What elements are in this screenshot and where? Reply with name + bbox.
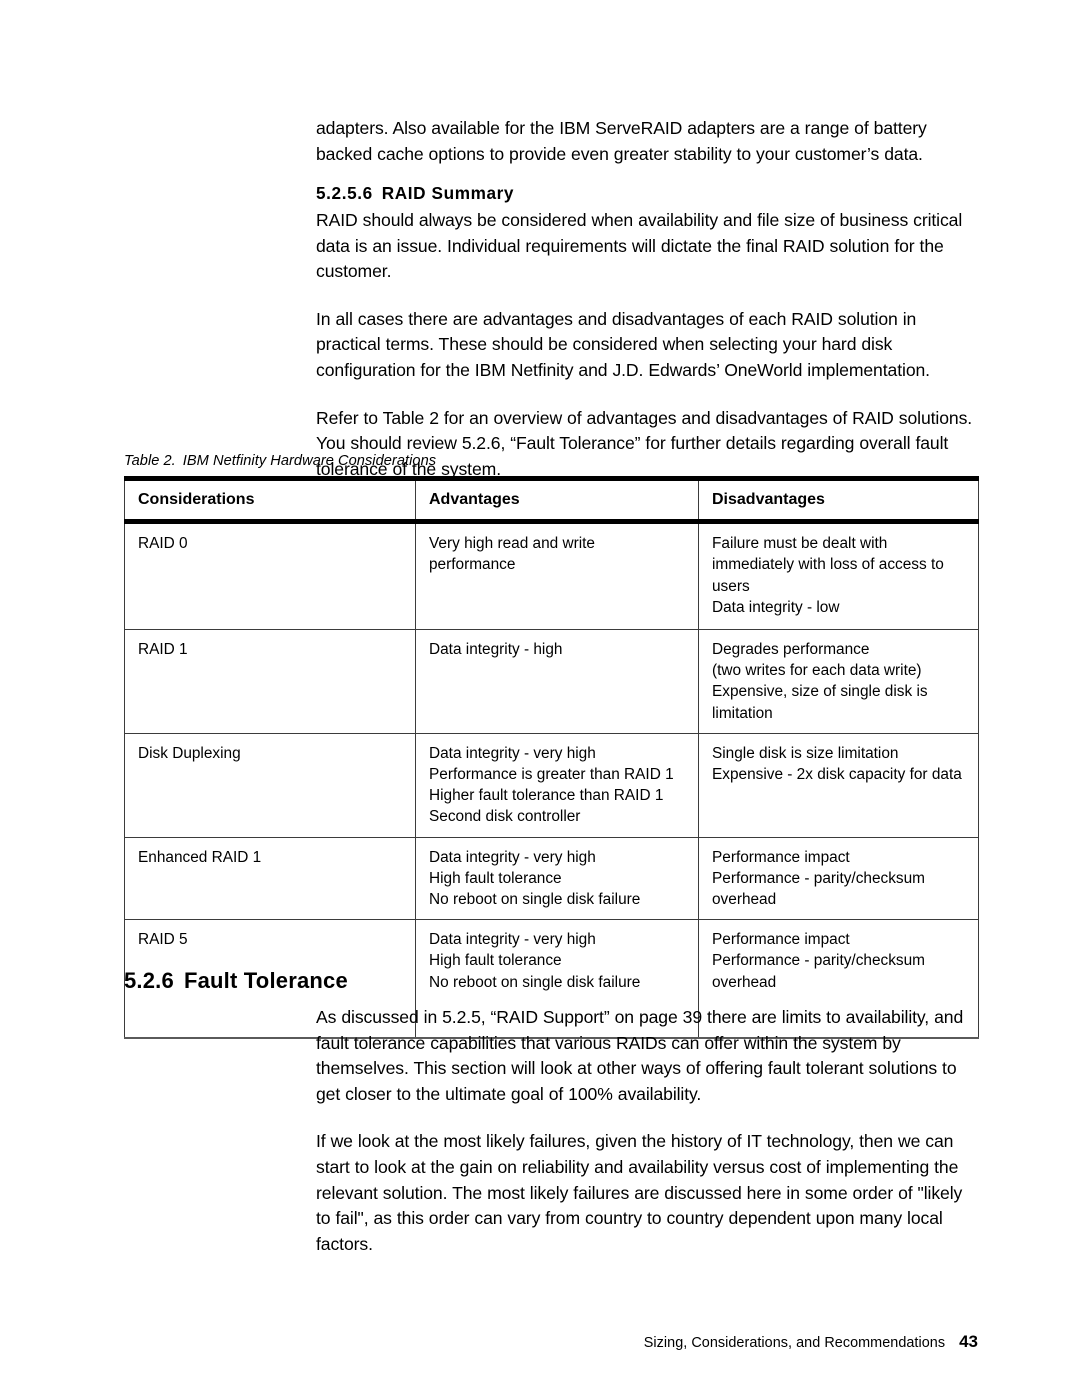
table-row: Enhanced RAID 1 Data integrity - very hi…	[124, 836, 979, 921]
cell-advantages: Data integrity - very high High fault to…	[415, 836, 699, 921]
table-header-row: Considerations Advantages Disadvantages	[124, 475, 979, 525]
fault-tolerance-heading-block: 5.2.6 Fault Tolerance	[124, 967, 978, 995]
fault-tolerance-body: As discussed in 5.2.5, “RAID Support” on…	[316, 1005, 978, 1279]
table-caption: Table 2. IBM Netfinity Hardware Considera…	[124, 452, 978, 470]
cell-advantages: Data integrity - high	[415, 629, 699, 734]
cell-disadvantages: Single disk is size limitation Expensive…	[698, 732, 979, 838]
cell-advantages: Data integrity - very high Performance i…	[415, 732, 699, 838]
section-title: Fault Tolerance	[183, 968, 348, 993]
table-row: RAID 0 Very high read and write performa…	[124, 521, 979, 631]
intro-paragraph-block: adapters. Also available for the IBM Ser…	[316, 116, 978, 189]
document-page: adapters. Also available for the IBM Ser…	[0, 0, 1080, 1397]
paragraph-fault-tolerance-2: If we look at the most likely failures, …	[316, 1131, 963, 1254]
footer-page-number: 43	[959, 1332, 978, 1351]
page-footer: Sizing, Considerations, and Recommendati…	[124, 1333, 978, 1352]
table-row: Disk Duplexing Data integrity - very hig…	[124, 732, 979, 838]
footer-running-title: Sizing, Considerations, and Recommendati…	[643, 1335, 946, 1351]
column-header-disadvantages: Disadvantages	[698, 475, 979, 525]
table-caption-number: Table 2.	[124, 453, 176, 469]
cell-consideration: Enhanced RAID 1	[124, 836, 416, 921]
cell-advantages: Very high read and write performance	[415, 521, 699, 631]
table-caption-title: IBM Netfinity Hardware Considerations	[182, 453, 437, 469]
cell-disadvantages: Performance impact Performance - parity/…	[698, 836, 979, 921]
table-body: RAID 0 Very high read and write performa…	[124, 521, 979, 1039]
paragraph-continuation: adapters. Also available for the IBM Ser…	[316, 118, 927, 164]
subsection-number: 5.2.5.6	[316, 183, 373, 203]
cell-disadvantages: Degrades performance (two writes for eac…	[698, 629, 979, 734]
cell-consideration: Disk Duplexing	[124, 732, 416, 838]
table-block: Table 2. IBM Netfinity Hardware Considera…	[124, 452, 979, 1039]
section-heading-fault-tolerance: 5.2.6 Fault Tolerance	[124, 967, 978, 995]
paragraph-raid-summary-1: RAID should always be considered when av…	[316, 210, 963, 282]
cell-consideration: RAID 1	[124, 629, 416, 734]
hardware-considerations-table: Considerations Advantages Disadvantages …	[124, 475, 979, 1039]
column-header-considerations: Considerations	[124, 475, 416, 525]
cell-consideration: RAID 0	[124, 521, 416, 631]
subsection-title: RAID Summary	[381, 183, 515, 203]
cell-disadvantages: Failure must be dealt with immediately w…	[698, 521, 979, 631]
table-row: RAID 1 Data integrity - high Degrades pe…	[124, 629, 979, 734]
paragraph-raid-summary-2: In all cases there are advantages and di…	[316, 308, 930, 380]
paragraph-fault-tolerance-1: As discussed in 5.2.5, “RAID Support” on…	[316, 1007, 964, 1104]
section-number: 5.2.6	[124, 968, 174, 993]
column-header-advantages: Advantages	[415, 475, 699, 525]
subsection-heading-raid-summary: 5.2.5.6 RAID Summary	[316, 180, 978, 206]
